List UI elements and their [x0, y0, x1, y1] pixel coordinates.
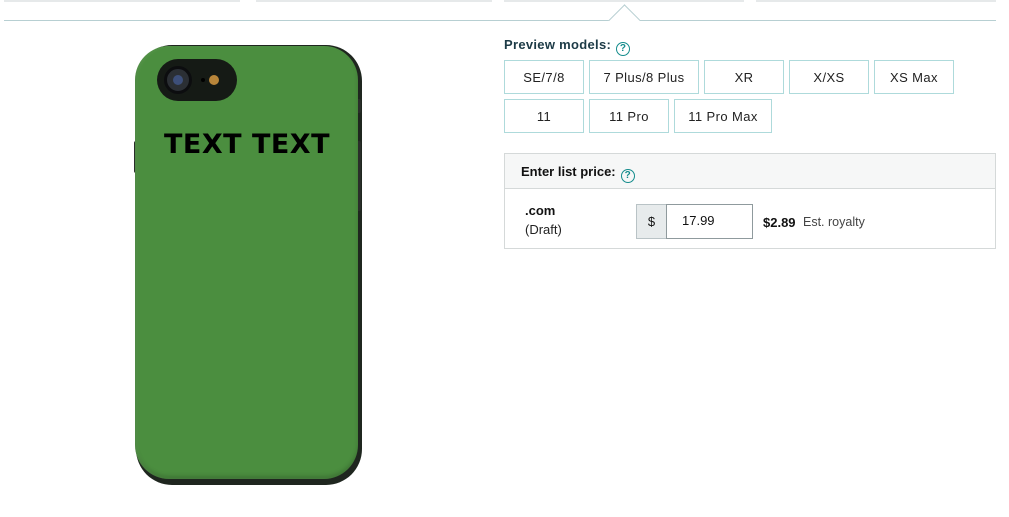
- tab-divider: [4, 20, 996, 21]
- model-button-7-plus-8-plus[interactable]: 7 Plus/8 Plus: [589, 60, 699, 94]
- model-button-xs-max[interactable]: XS Max: [874, 60, 954, 94]
- tab-segment: [4, 0, 240, 2]
- phone-case-preview: TEXT TEXT: [134, 43, 362, 485]
- list-price-input[interactable]: [666, 204, 753, 239]
- tab-segment: [256, 0, 492, 2]
- list-price-panel: Enter list price:? .com (Draft) $ $2.89 …: [504, 153, 996, 249]
- model-button-11-pro[interactable]: 11 Pro: [589, 99, 669, 133]
- model-button-xr[interactable]: XR: [704, 60, 784, 94]
- preview-models-label: Preview models:?: [504, 37, 631, 56]
- currency-symbol: $: [636, 204, 667, 239]
- help-icon[interactable]: ?: [616, 41, 631, 56]
- model-button-11[interactable]: 11: [504, 99, 584, 133]
- tab-segment: [756, 0, 996, 2]
- help-icon[interactable]: ?: [620, 168, 635, 183]
- camera-lens-icon: [164, 66, 192, 94]
- preview-models-title: Preview models:: [504, 37, 612, 52]
- design-text: TEXT TEXT: [163, 129, 331, 160]
- royalty-label: Est. royalty: [803, 215, 865, 229]
- model-button-x-xs[interactable]: X/XS: [789, 60, 869, 94]
- tab-segment: [504, 0, 744, 2]
- flash-icon: [209, 75, 219, 85]
- model-button-11-pro-max[interactable]: 11 Pro Max: [674, 99, 772, 133]
- list-price-header-label: Enter list price:?: [521, 164, 635, 183]
- camera-module: [157, 59, 237, 101]
- model-button-se-7-8[interactable]: SE/7/8: [504, 60, 584, 94]
- microphone-icon: [201, 78, 205, 82]
- royalty-value: $2.89: [763, 215, 796, 230]
- marketplace-status: (Draft): [525, 222, 562, 237]
- list-price-header: Enter list price:?: [505, 154, 995, 189]
- marketplace-name: .com: [525, 203, 556, 218]
- list-price-title: Enter list price:: [521, 164, 616, 179]
- active-tab-pointer: [608, 4, 640, 21]
- phone-case-body: TEXT TEXT: [135, 46, 358, 479]
